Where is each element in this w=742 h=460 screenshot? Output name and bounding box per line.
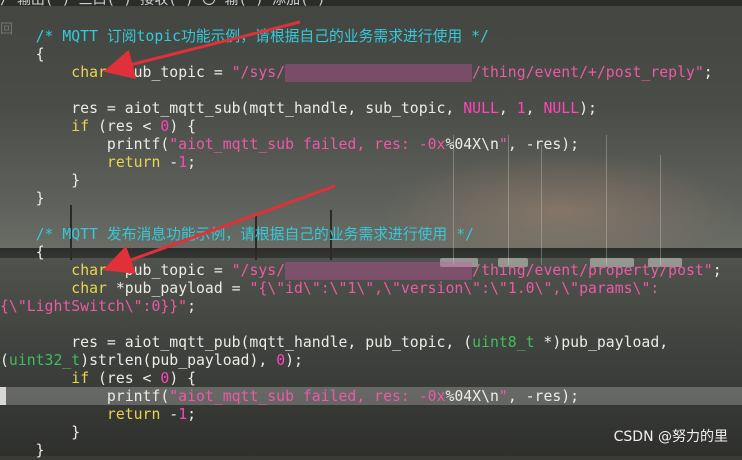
code-token: "{\"id\":\"1\",\"version\":\"1.0\",\"par… [249, 280, 660, 297]
code-line[interactable]: return -1; [0, 154, 196, 172]
code-token: "/sys/ [231, 262, 286, 279]
code-token: ; [712, 262, 722, 279]
code-line[interactable]: {\"LightSwitch\":0}}"; [0, 298, 196, 316]
code-line[interactable]: { [0, 46, 45, 64]
code-token: 1 [516, 100, 526, 117]
code-token: if [71, 370, 90, 387]
code-token: " [498, 136, 508, 153]
code-token: *)pub_payload, [534, 334, 669, 351]
code-token: 1 [178, 154, 188, 171]
code-token: { [0, 46, 45, 63]
code-token: ; [187, 406, 197, 423]
code-token: return [106, 154, 161, 171]
code-token: , [525, 100, 544, 117]
code-token: *pub_payload = [106, 280, 250, 297]
code-token: ; [703, 64, 713, 81]
code-line[interactable]: } [0, 442, 45, 460]
code-line[interactable]: /* MQTT 订阅topic功能示例，请根据自己的业务需求进行使用 */ [0, 28, 489, 46]
code-token: return [106, 406, 161, 423]
code-token: ( [0, 352, 9, 369]
code-token: "/sys/ [231, 64, 286, 81]
code-token: printf( [0, 388, 170, 405]
code-token: ) { [169, 370, 197, 387]
code-token: " [498, 388, 508, 405]
code-token: , -res); [507, 136, 580, 153]
code-token: "aiot_mqtt_sub failed, res: -0x [169, 388, 446, 405]
code-token: 0 [160, 370, 170, 387]
code-token: - [160, 154, 179, 171]
code-token: 0 [276, 352, 286, 369]
code-token: res = aiot_mqtt_pub(mqtt_handle, pub_top… [0, 334, 473, 351]
code-token: {\"LightSwitch\":0}}" [0, 298, 188, 315]
code-token: 1 [178, 406, 188, 423]
code-line[interactable]: res = aiot_mqtt_pub(mqtt_handle, pub_top… [0, 334, 668, 352]
code-token: res = aiot_mqtt_sub(mqtt_handle, sub_top… [0, 100, 464, 117]
code-line[interactable]: printf("aiot_mqtt_sub failed, res: -0x%0… [0, 136, 579, 154]
code-token: ; [187, 298, 196, 315]
code-token: "aiot_mqtt_sub failed, res: -0x [169, 136, 446, 153]
code-token: NULL [543, 100, 580, 117]
code-token: , -res); [507, 388, 580, 405]
code-token: *pub_topic = [106, 262, 232, 279]
code-line[interactable]: } [0, 172, 80, 190]
code-token: if [71, 118, 90, 135]
code-token: char [71, 262, 107, 279]
code-token: ); [579, 100, 597, 117]
code-line[interactable]: char *pub_topic = "/sys/xxxxxxxxxxxxxxxx… [0, 262, 722, 280]
code-token: )strlen(pub_payload), [80, 352, 277, 369]
code-token: ); [285, 352, 303, 369]
code-token: NULL [463, 100, 499, 117]
code-line[interactable]: /* MQTT 发布消息功能示例，请根据自己的业务需求进行使用 */ [0, 226, 474, 244]
code-line[interactable]: if (res < 0) { [0, 118, 196, 136]
code-token: uint8_t [472, 334, 535, 351]
code-line[interactable]: char *pub_payload = "{\"id\":\"1\",\"ver… [0, 280, 659, 298]
code-line[interactable]: char *sub_topic = "/sys/xxxxxxxxxxxxxxxx… [0, 64, 713, 82]
code-token: { [0, 244, 45, 261]
code-line[interactable]: res = aiot_mqtt_sub(mqtt_handle, sub_top… [0, 100, 597, 118]
code-token: } [0, 172, 81, 189]
code-token: (res < [89, 118, 161, 135]
code-line[interactable]: return -1; [0, 406, 196, 424]
code-token: *sub_topic = [106, 64, 232, 81]
code-line[interactable]: if (res < 0) { [0, 370, 196, 388]
redacted-device-id: xxxxxxxxxxxxxxxxxxxxx [285, 262, 473, 280]
code-token: } [0, 424, 81, 441]
code-token: } [0, 442, 45, 459]
code-token: (res < [89, 370, 161, 387]
code-line[interactable]: { [0, 244, 45, 262]
redacted-device-id: xxxxxxxxxxxxxxxxxxxxx [285, 64, 473, 82]
code-token: } [0, 190, 45, 207]
code-token: char [71, 280, 107, 297]
code-token: uint32_t [8, 352, 81, 369]
code-token: %04X\n [445, 136, 499, 153]
code-editor[interactable]: /* MQTT 订阅topic功能示例，请根据自己的业务需求进行使用 */ { … [0, 0, 742, 459]
code-token: /thing/event/+/post_reply" [472, 64, 704, 81]
code-line[interactable]: printf("aiot_mqtt_sub failed, res: -0x%0… [0, 388, 579, 406]
code-token: ) { [169, 118, 197, 135]
code-token: /thing/event/property/post" [472, 262, 713, 279]
code-line[interactable]: } [0, 424, 80, 442]
code-token: char [71, 64, 107, 81]
code-token: - [160, 406, 179, 423]
code-token: /* MQTT 发布消息功能示例，请根据自己的业务需求进行使用 */ [0, 226, 474, 243]
code-token: , [498, 100, 517, 117]
code-token: ; [187, 154, 197, 171]
code-line[interactable]: } [0, 190, 45, 208]
code-token: %04X\n [445, 388, 499, 405]
csdn-watermark: CSDN @努力的里 [613, 429, 728, 445]
code-token: 0 [160, 118, 170, 135]
code-line[interactable]: (uint32_t)strlen(pub_payload), 0); [0, 352, 303, 370]
code-token: /* MQTT 订阅topic功能示例，请根据自己的业务需求进行使用 */ [0, 28, 489, 45]
code-token: printf( [0, 136, 170, 153]
